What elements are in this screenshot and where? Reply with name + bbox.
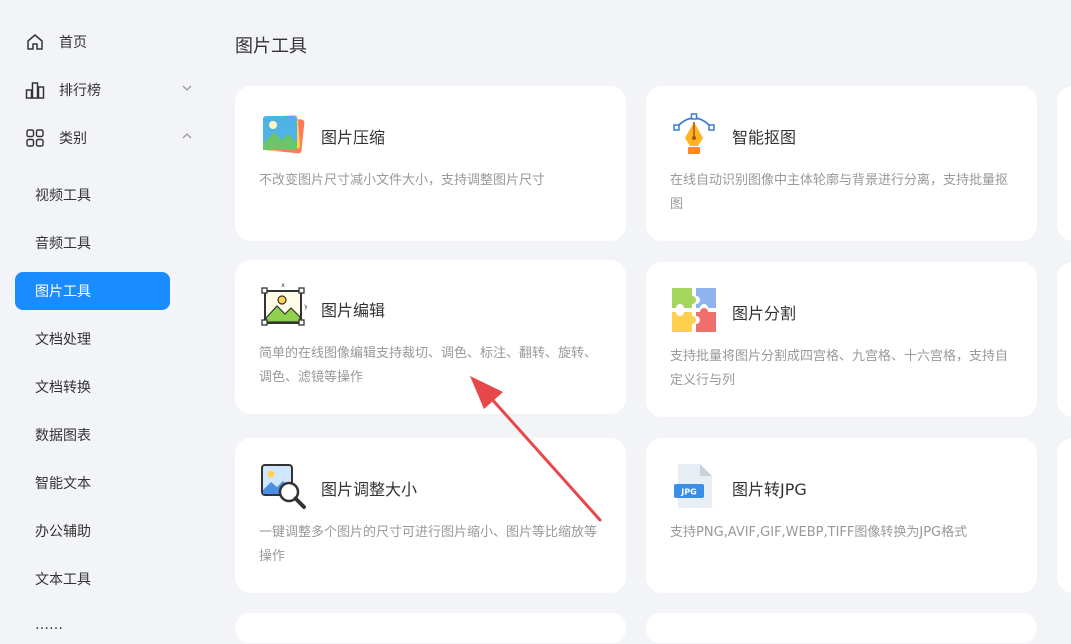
sidebar-item-more[interactable]: ……	[15, 606, 170, 644]
tool-card-image-resize[interactable]: 图片调整大小 一键调整多个图片的尺寸可进行图片缩小、图片等比缩放等操作	[235, 438, 626, 593]
tool-card-partial[interactable]	[1057, 86, 1071, 241]
sidebar-item-label: 图片工具	[35, 284, 91, 300]
tool-card-to-jpg[interactable]: JPG 图片转JPG 支持PNG,AVIF,GIF,WEBP,TIFF图像转换为…	[646, 438, 1037, 593]
card-description: 简单的在线图像编辑支持裁切、调色、标注、翻转、旋转、调色、滤镜等操作	[259, 346, 598, 385]
tool-card-image-compress[interactable]: 图片压缩 不改变图片尺寸减小文件大小，支持调整图片尺寸	[235, 86, 626, 241]
tool-card-partial[interactable]	[1057, 262, 1071, 417]
puzzle-icon	[672, 288, 716, 332]
sidebar-item-doc-processing[interactable]: 文档处理	[15, 320, 170, 358]
jpg-file-icon: JPG	[674, 464, 712, 508]
nav-ranking[interactable]: 排行榜	[25, 78, 197, 102]
card-description: 支持批量将图片分割成四宫格、九宫格、十六宫格，支持自定义行与列	[670, 349, 1009, 388]
tool-card-partial[interactable]	[646, 613, 1037, 643]
sidebar-item-label: 音频工具	[35, 236, 91, 252]
sidebar-item-data-charts[interactable]: 数据图表	[15, 416, 170, 454]
sidebar-item-label: ……	[35, 617, 63, 633]
sidebar-item-office-assist[interactable]: 办公辅助	[15, 512, 170, 550]
nav-home-label: 首页	[59, 35, 87, 51]
sidebar-item-smart-text[interactable]: 智能文本	[15, 464, 170, 502]
card-title: 图片转JPG	[732, 480, 807, 499]
image-compress-icon	[263, 114, 305, 154]
tool-card-image-split[interactable]: 图片分割 支持批量将图片分割成四宫格、九宫格、十六宫格，支持自定义行与列	[646, 262, 1037, 417]
svg-text:x: x	[281, 282, 285, 289]
card-title: 图片调整大小	[321, 480, 418, 499]
bar-chart-icon	[25, 80, 45, 100]
sidebar-item-label: 文档转换	[35, 380, 91, 396]
image-resize-icon	[261, 464, 306, 509]
card-title: 图片编辑	[321, 301, 386, 320]
card-description: 一键调整多个图片的尺寸可进行图片缩小、图片等比缩放等操作	[259, 525, 598, 564]
card-title: 图片压缩	[321, 128, 386, 147]
sidebar-item-audio-tools[interactable]: 音频工具	[15, 224, 170, 262]
card-description: 不改变图片尺寸减小文件大小，支持调整图片尺寸	[259, 173, 546, 188]
nav-category-label: 类别	[59, 131, 87, 147]
nav-category[interactable]: 类别	[25, 126, 197, 150]
jpg-badge: JPG	[680, 488, 696, 497]
grid-icon	[25, 128, 45, 148]
sidebar-item-label: 数据图表	[35, 428, 91, 444]
sidebar-item-label: 办公辅助	[35, 524, 91, 540]
sidebar-item-video-tools[interactable]: 视频工具	[15, 176, 170, 214]
sidebar-item-label: 智能文本	[35, 476, 91, 492]
tool-card-partial[interactable]	[235, 613, 626, 643]
page-title: 图片工具	[235, 36, 307, 57]
sidebar-item-label: 视频工具	[35, 188, 91, 204]
tool-card-partial[interactable]	[1057, 438, 1071, 593]
card-description: 在线自动识别图像中主体轮廓与背景进行分离，支持批量抠图	[670, 173, 1009, 212]
pen-tool-icon	[673, 113, 715, 154]
nav-ranking-label: 排行榜	[59, 83, 101, 99]
svg-text:y: y	[304, 303, 307, 310]
sidebar-item-label: 文档处理	[35, 332, 91, 348]
sidebar-item-image-tools[interactable]: 图片工具	[15, 272, 170, 310]
image-edit-icon: x y	[261, 282, 307, 326]
card-title: 图片分割	[732, 304, 797, 323]
tool-card-image-edit[interactable]: x y 图片编辑 简单的在线图像编辑支持裁切、调色、标注、翻转、旋转、调色、滤镜…	[235, 260, 626, 414]
chevron-up-icon[interactable]	[181, 130, 193, 142]
card-title: 智能抠图	[732, 128, 797, 147]
sidebar: 首页 排行榜 类别 视频工具 音频工具 图片工具 文档处理 文档转换 数据图表 …	[0, 0, 210, 633]
sidebar-item-doc-convert[interactable]: 文档转换	[15, 368, 170, 406]
sidebar-item-label: 文本工具	[35, 572, 91, 588]
nav-home[interactable]: 首页	[25, 30, 197, 54]
chevron-down-icon[interactable]	[181, 82, 193, 94]
sidebar-item-text-tools[interactable]: 文本工具	[15, 560, 170, 598]
tool-card-smart-cutout[interactable]: 智能抠图 在线自动识别图像中主体轮廓与背景进行分离，支持批量抠图	[646, 86, 1037, 241]
home-icon	[25, 32, 45, 52]
card-description: 支持PNG,AVIF,GIF,WEBP,TIFF图像转换为JPG格式	[670, 525, 968, 540]
